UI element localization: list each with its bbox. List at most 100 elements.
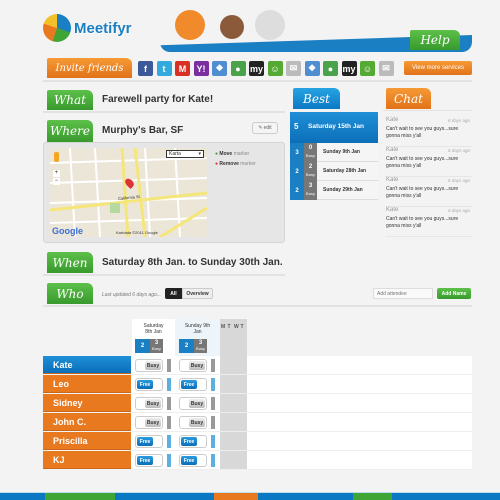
footer-accent-orange xyxy=(214,493,258,500)
attendee-name[interactable]: Leo xyxy=(43,375,131,393)
zoom-out-icon[interactable]: − xyxy=(53,178,60,185)
street-view-icon[interactable] xyxy=(54,152,59,162)
chat-time: 6 days ago xyxy=(447,148,470,153)
weekday-label: T xyxy=(227,324,231,330)
google-logo: Google xyxy=(52,226,83,236)
chat-message: Kate 6 days ago Can't wait to see you gu… xyxy=(386,147,472,177)
messenger-icon[interactable]: ☺ xyxy=(267,61,283,76)
footer-accent-green xyxy=(45,493,115,500)
busy-count: 0 Busy xyxy=(304,143,317,162)
availability-toggle[interactable]: Free xyxy=(179,454,207,467)
day-busy-count: 3 Busy xyxy=(194,339,207,353)
chat-text: Can't wait to see you guys...sure gonna … xyxy=(386,126,459,139)
edit-location-button[interactable]: ✎ edit xyxy=(252,122,278,134)
weekday-label: W xyxy=(234,324,239,330)
windows-live-icon[interactable]: ❖ xyxy=(304,61,320,76)
logo-mark-icon xyxy=(43,14,71,42)
myspace-icon[interactable]: my xyxy=(249,61,264,76)
facebook-icon[interactable]: f xyxy=(138,61,153,76)
last-updated: Last updated 6 days ago... xyxy=(102,292,161,298)
map-copyright: Kartdata ©2011 Google xyxy=(116,230,158,235)
aim-icon[interactable]: ● xyxy=(230,61,246,76)
chat-time: 6 days ago xyxy=(447,208,470,213)
attendee-name[interactable]: KJ xyxy=(43,451,131,469)
attendee-name[interactable]: John C. xyxy=(43,413,131,431)
help-tab[interactable]: Help xyxy=(410,30,460,50)
availability-toggle[interactable]: Busy xyxy=(135,397,163,410)
attendee-name[interactable]: Kate xyxy=(43,356,131,374)
best-date-row[interactable]: 2 3 Busy Sunday 29th Jan xyxy=(290,181,378,200)
yahoo-icon[interactable]: Y! xyxy=(193,61,209,76)
attendee-name[interactable]: Priscilla xyxy=(43,432,131,450)
move-marker-action[interactable]: ● Move marker xyxy=(215,151,249,157)
event-dates: Saturday 8th Jan. to Sunday 30th Jan. xyxy=(102,257,283,268)
best-tab: Best xyxy=(293,88,340,109)
best-top-date[interactable]: 5 Saturday 15th Jan xyxy=(290,112,378,143)
aim-icon[interactable]: ● xyxy=(323,61,338,76)
chat-message: Kate 6 days ago Can't wait to see you gu… xyxy=(386,207,472,237)
map[interactable]: Karta ▾ + − California St Google Kartdata… xyxy=(50,148,207,237)
availability-bar xyxy=(167,435,171,448)
day-busy-count: 3 Busy xyxy=(150,339,163,353)
map-type-select[interactable]: Karta ▾ xyxy=(166,150,204,158)
availability-toggle[interactable]: Free xyxy=(179,378,207,391)
weekday-label: T xyxy=(240,324,244,330)
dropdown-arrow-icon: ▾ xyxy=(198,151,201,157)
add-name-button[interactable]: Add Name xyxy=(437,288,471,299)
availability-bar xyxy=(211,435,215,448)
pencil-icon: ✎ xyxy=(258,125,263,131)
filter-overview-button[interactable]: Overview xyxy=(182,288,213,299)
day-free-count: 2 xyxy=(135,339,150,353)
day-column-header: Sunday 9th Jan 2 3 Busy xyxy=(176,319,219,356)
myspace-icon[interactable]: my xyxy=(341,61,357,76)
where-tab: Where xyxy=(47,120,93,142)
best-date-row[interactable]: 3 0 Busy Sunday 9th Jan xyxy=(290,143,378,162)
availability-toggle[interactable]: Busy xyxy=(135,416,163,429)
availability-toggle[interactable]: Free xyxy=(135,435,163,448)
availability-toggle[interactable]: Busy xyxy=(179,359,207,372)
availability-toggle[interactable]: Free xyxy=(179,435,207,448)
day-free-count: 2 xyxy=(179,339,194,353)
availability-bar xyxy=(211,397,215,410)
what-tab: What xyxy=(47,90,93,110)
gmail-icon[interactable]: M xyxy=(175,61,190,76)
event-location: Murphy's Bar, SF xyxy=(102,125,184,136)
invite-friends-button[interactable]: Invite friends xyxy=(47,58,132,78)
attendee-name[interactable]: Sidney xyxy=(43,394,131,412)
availability-bar xyxy=(167,416,171,429)
availability-bar xyxy=(167,359,171,372)
chat-message: Kate 6 days ago Can't wait to see you gu… xyxy=(386,117,472,147)
availability-bar xyxy=(211,454,215,467)
brand-name: Meetifyr xyxy=(74,20,132,37)
email-icon[interactable]: ✉ xyxy=(286,61,301,76)
remove-marker-action[interactable]: ● Remove marker xyxy=(215,161,256,167)
email-icon[interactable]: ✉ xyxy=(378,61,394,76)
chat-text: Can't wait to see you guys...sure gonna … xyxy=(386,186,459,199)
busy-count: 3 Busy xyxy=(304,181,317,200)
logo[interactable]: Meetifyr xyxy=(43,12,143,46)
add-attendee-input[interactable] xyxy=(373,288,433,299)
remove-icon: ● xyxy=(215,161,219,167)
messenger-icon[interactable]: ☺ xyxy=(360,61,375,76)
availability-bar xyxy=(167,454,171,467)
twitter-icon[interactable]: t xyxy=(156,61,172,76)
view-more-services-button[interactable]: View more services xyxy=(404,61,472,75)
availability-toggle[interactable]: Busy xyxy=(135,359,163,372)
availability-bar xyxy=(211,359,215,372)
filter-all-button[interactable]: All xyxy=(165,288,182,299)
when-tab: When xyxy=(47,252,93,273)
availability-bar xyxy=(211,378,215,391)
availability-toggle[interactable]: Busy xyxy=(179,416,207,429)
zoom-in-icon[interactable]: + xyxy=(53,170,60,177)
windows-live-icon[interactable]: ❖ xyxy=(212,61,227,76)
chat-text: Can't wait to see you guys...sure gonna … xyxy=(386,156,459,169)
map-streets xyxy=(50,148,207,237)
best-date-row[interactable]: 2 2 Busy Saturday 28th Jan xyxy=(290,162,378,181)
availability-toggle[interactable]: Free xyxy=(135,378,163,391)
busy-count: 2 Busy xyxy=(304,162,317,181)
mascot-illustration xyxy=(175,10,290,50)
chat-tab: Chat xyxy=(386,88,431,109)
availability-toggle[interactable]: Busy xyxy=(179,397,207,410)
availability-bar xyxy=(211,416,215,429)
availability-toggle[interactable]: Free xyxy=(135,454,163,467)
